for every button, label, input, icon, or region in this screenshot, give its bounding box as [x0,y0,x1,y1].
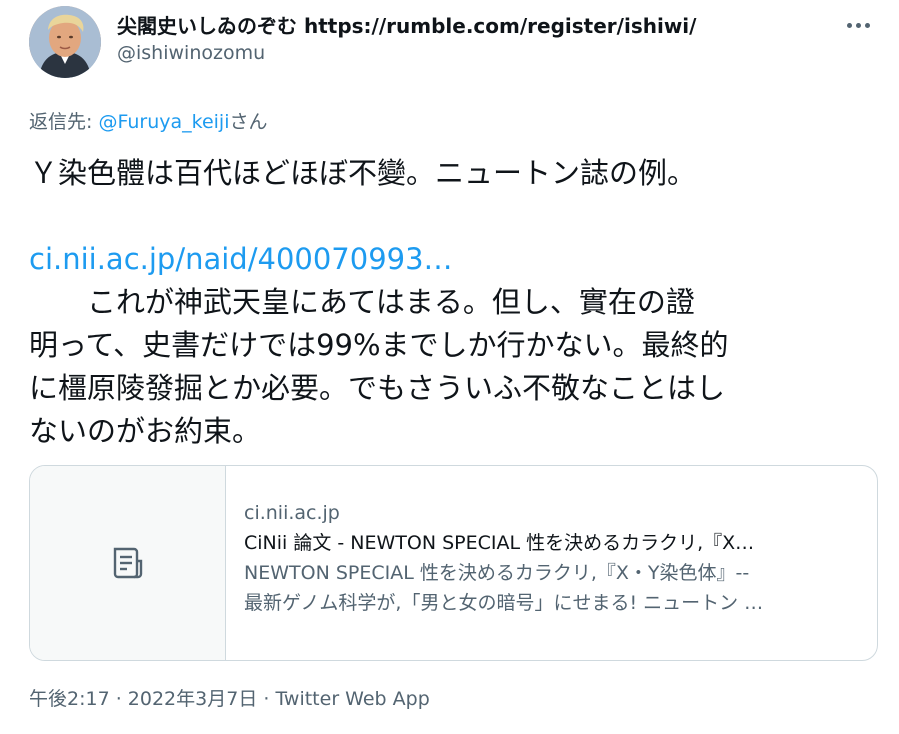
avatar[interactable] [29,6,101,78]
separator: · [109,688,128,710]
tweet-line: 明って、史書だけでは99%までしか行かない。最終的 [29,328,729,362]
card-title: CiNii 論文 - NEWTON SPECIAL 性を決めるカラクリ,『X… [244,532,755,554]
tweet-time-link[interactable]: 午後2:17 [29,688,110,710]
more-options-icon[interactable] [841,8,875,42]
tweet: 尖閣史いしゐのぞむ https://rumble.com/register/is… [0,0,899,734]
card-domain: ci.nii.ac.jp [244,502,340,524]
card-description-line: NEWTON SPECIAL 性を決めるカラクリ,『X・Y染色体』-- [244,562,750,584]
tweet-line: ないのがお約束。 [29,414,262,448]
user-handle[interactable]: @ishiwinozomu [117,42,265,64]
reply-context: 返信先: @Furuya_keijiさん [29,107,268,134]
card-description: NEWTON SPECIAL 性を決めるカラクリ,『X・Y染色体』-- 最新ゲノ… [244,558,859,618]
reply-suffix: さん [229,111,268,133]
tweet-date-link[interactable]: 2022年3月7日 [128,688,258,710]
dot [855,22,861,28]
source-app: Twitter Web App [275,688,430,710]
dot [846,22,852,28]
reply-prefix: 返信先: [29,111,99,133]
tweet-line: これが神武天皇にあてはまる。但し、實在の證 [29,285,695,319]
display-name[interactable]: 尖閣史いしゐのぞむ https://rumble.com/register/is… [117,10,696,39]
link-preview-card[interactable]: ci.nii.ac.jp CiNii 論文 - NEWTON SPECIAL 性… [29,465,878,661]
card-description-line: 最新ゲノム科学が,「男と女の暗号」にせまる! ニュートン … [244,592,764,614]
tweet-text: Ｙ染色體は百代ほどほぼ不變。ニュートン誌の例。 ci.nii.ac.jp/nai… [29,152,874,453]
avatar-image [29,6,101,78]
tweet-line: に橿原陵發掘とか必要。でもさういふ不敬なことはし [29,371,726,405]
separator: · [257,688,276,710]
card-body: ci.nii.ac.jp CiNii 論文 - NEWTON SPECIAL 性… [226,466,877,660]
tweet-line: Ｙ染色體は百代ほどほぼ不變。ニュートン誌の例。 [29,156,697,190]
card-thumbnail [30,466,226,660]
reply-target-link[interactable]: @Furuya_keiji [98,111,229,133]
dot [864,22,870,28]
document-icon [113,547,142,579]
tweet-url-link[interactable]: ci.nii.ac.jp/naid/400070993… [29,238,874,281]
tweet-meta: 午後2:17 · 2022年3月7日 · Twitter Web App [29,684,430,711]
